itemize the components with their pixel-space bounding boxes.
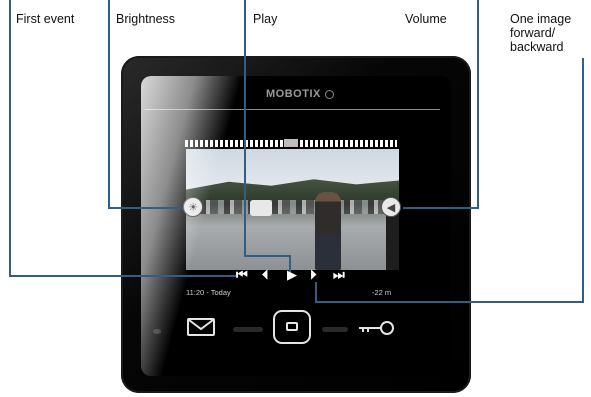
line-play [244,0,291,272]
line-one-image [315,58,584,303]
line-volume [403,0,479,209]
line-brightness [108,0,183,209]
line-first-event [9,0,236,277]
callout-lines [9,0,584,303]
